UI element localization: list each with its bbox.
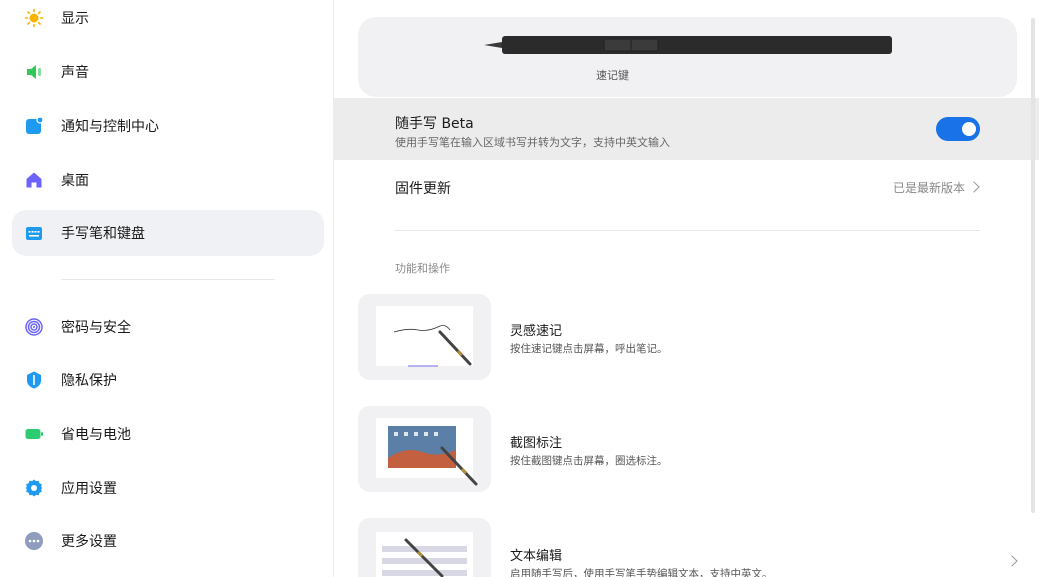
gear-icon [24,478,44,498]
handwriting-title: 随手写 Beta [395,116,474,132]
feature-description: 按住截图键点击屏幕，圈选标注。 [510,455,668,467]
sidebar-item-desktop[interactable]: 桌面 [12,157,324,203]
sidebar-item-label: 通知与控制中心 [61,119,159,135]
feature-title: 截图标注 [510,436,563,451]
speaker-icon [24,62,44,82]
handwriting-subtitle: 使用手写笔在输入区域书写并转为文字，支持中英文输入 [395,136,670,149]
stylus-icon [484,33,894,61]
sidebar-item-label: 更多设置 [61,534,117,550]
main-panel: 速记键 随手写 Beta 使用手写笔在输入区域书写并转为文字，支持中英文输入 固… [334,0,1039,577]
divider [395,230,980,231]
sidebar-item-label: 省电与电池 [61,427,131,443]
sidebar-item-display[interactable]: 显示 [12,0,324,41]
sidebar-item-label: 密码与安全 [61,320,131,336]
sidebar-item-sound[interactable]: 声音 [12,49,324,95]
sidebar-item-more-settings[interactable]: 更多设置 [12,518,324,564]
section-label: 功能和操作 [395,262,450,275]
feature-description: 按住速记键点击屏幕，呼出笔记。 [510,343,668,355]
sidebar-item-password-security[interactable]: 密码与安全 [12,304,324,350]
stylus-preview-card: 速记键 [358,17,1017,97]
chevron-right-icon [968,181,980,193]
scrollbar[interactable] [1031,18,1035,513]
sidebar: 显示 声音 通知与控制中心 桌面 手写笔和键盘 密码与安全 隐私保护 省电与电池… [0,0,334,577]
sidebar-divider [61,279,275,280]
fingerprint-icon [24,317,44,337]
sidebar-item-label: 应用设置 [61,481,117,497]
toggle-knob [962,122,976,136]
handwriting-toggle[interactable] [936,117,980,141]
notification-icon [24,116,44,136]
more-icon [24,531,44,551]
feature-description: 启用随手写后，使用手写笔手势编辑文本，支持中英文。 [510,568,773,577]
sidebar-item-label: 手写笔和键盘 [61,226,145,242]
sidebar-item-pen-keyboard[interactable]: 手写笔和键盘 [12,210,324,256]
sidebar-item-battery[interactable]: 省电与电池 [12,411,324,457]
sun-icon [24,8,44,28]
sidebar-item-label: 桌面 [61,173,89,189]
shortcut-key-caption: 速记键 [596,69,629,82]
chevron-right-icon [1006,555,1018,567]
shield-icon [24,370,44,390]
keyboard-icon [24,223,44,243]
text-edit-thumbnail [358,518,491,577]
firmware-status: 已是最新版本 [892,181,965,195]
settings-window: 显示 声音 通知与控制中心 桌面 手写笔和键盘 密码与安全 隐私保护 省电与电池… [0,0,1039,577]
sidebar-item-label: 显示 [61,11,89,27]
sidebar-item-app-settings[interactable]: 应用设置 [12,465,324,511]
sidebar-item-privacy[interactable]: 隐私保护 [12,357,324,403]
sidebar-item-label: 声音 [61,65,89,81]
firmware-update-title[interactable]: 固件更新 [395,178,451,198]
battery-icon [24,424,44,444]
sidebar-item-notifications[interactable]: 通知与控制中心 [12,103,324,149]
sidebar-item-label: 隐私保护 [61,373,117,389]
screenshot-annotate-thumbnail [358,406,491,492]
feature-title: 文本编辑 [510,549,563,564]
home-icon [24,170,44,190]
quick-note-thumbnail [358,294,491,380]
feature-title: 灵感速记 [510,324,563,339]
